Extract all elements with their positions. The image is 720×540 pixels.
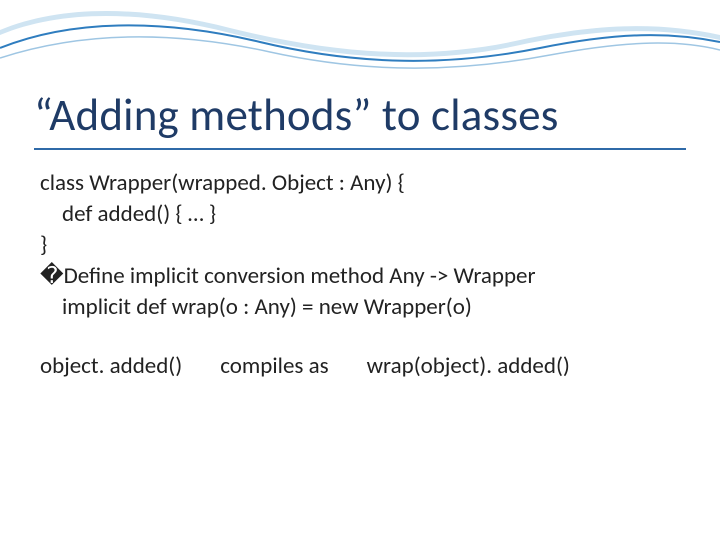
example-left: object. added() (40, 351, 182, 382)
code-line-4: �Define implicit conversion method Any -… (40, 261, 680, 292)
slide: “Adding methods” to classes class Wrappe… (0, 0, 720, 540)
example-mid: compiles as (220, 351, 328, 382)
code-line-1: class Wrapper(wrapped. Object : Any) { (40, 168, 680, 199)
example-right: wrap(object). added() (367, 351, 570, 382)
code-line-5: implicit def wrap(o : Any) = new Wrapper… (40, 292, 680, 323)
slide-title: “Adding methods” to classes (34, 88, 559, 143)
example-row: object. added() compiles as wrap(object)… (40, 351, 680, 382)
code-line-2: def added() { … } (40, 199, 680, 230)
decorative-wave (0, 0, 720, 90)
slide-body: class Wrapper(wrapped. Object : Any) { d… (40, 168, 680, 382)
code-line-3: } (40, 230, 680, 261)
title-underline (34, 148, 686, 150)
